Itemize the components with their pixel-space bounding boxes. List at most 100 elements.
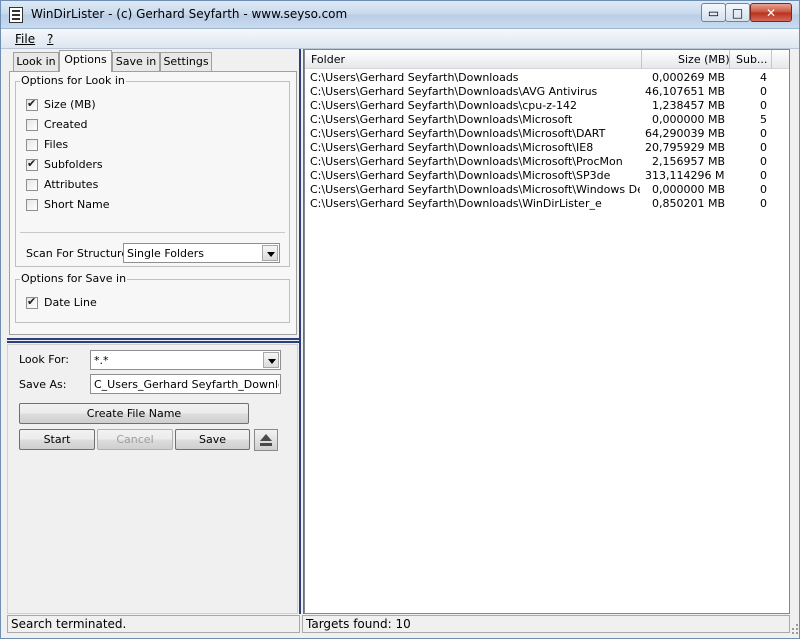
table-row[interactable]: C:\Users\Gerhard Seyfarth\Downloads\Micr… (305, 141, 789, 155)
attributes-checkbox[interactable] (26, 179, 38, 191)
table-row[interactable]: C:\Users\Gerhard Seyfarth\Downloads\Micr… (305, 127, 789, 141)
tab-look-in[interactable]: Look in (13, 52, 59, 71)
table-row[interactable]: C:\Users\Gerhard Seyfarth\Downloads 0,000… (305, 71, 789, 85)
size-mb-label: Size (MB) (44, 98, 96, 111)
table-row[interactable]: C:\Users\Gerhard Seyfarth\Downloads\WinD… (305, 197, 789, 211)
minimize-button[interactable]: ▭ (701, 3, 726, 22)
chevron-down-icon[interactable] (263, 352, 279, 368)
tab-options[interactable]: Options (59, 50, 112, 72)
start-button[interactable]: Start (19, 429, 95, 450)
column-subfolders[interactable]: Sub... (736, 53, 767, 66)
sub-cell: 0 (760, 99, 767, 112)
look-for-label: Look For: (19, 353, 69, 366)
table-row[interactable]: C:\Users\Gerhard Seyfarth\Downloads\Micr… (305, 183, 789, 197)
table-row[interactable]: C:\Users\Gerhard Seyfarth\Downloads\Micr… (305, 113, 789, 127)
menu-file[interactable]: File (15, 32, 35, 46)
date-line-label: Date Line (44, 296, 97, 309)
maximize-icon: □ (731, 6, 744, 20)
save-button[interactable]: Save (175, 429, 250, 450)
column-divider[interactable] (641, 50, 642, 69)
save-as-value: C_Users_Gerhard Seyfarth_Downloads_ (94, 378, 279, 391)
table-row[interactable]: C:\Users\Gerhard Seyfarth\Downloads\AVG … (305, 85, 789, 99)
eject-icon[interactable] (254, 429, 278, 451)
scan-structure-value: Single Folders (127, 247, 205, 260)
folder-list[interactable]: Folder Size (MB) Sub... C:\Users\Gerhard… (304, 49, 790, 614)
look-in-options-group: Options for Look in Size (MB) Created Fi… (15, 74, 290, 267)
look-for-select[interactable]: *.* (90, 350, 281, 370)
folder-cell: C:\Users\Gerhard Seyfarth\Downloads\cpu-… (310, 99, 577, 112)
group-divider (20, 232, 285, 233)
save-in-options-group: Options for Save in Date Line (15, 272, 290, 323)
folder-cell: C:\Users\Gerhard Seyfarth\Downloads\Micr… (310, 183, 640, 196)
column-divider[interactable] (771, 50, 772, 69)
column-size[interactable]: Size (MB) (678, 53, 730, 66)
look-for-value: *.* (94, 354, 109, 367)
size-cell: 0,850201 MB (651, 197, 725, 210)
subfolders-label: Subfolders (44, 158, 103, 171)
subfolders-checkbox[interactable] (26, 157, 38, 171)
list-header: Folder Size (MB) Sub... (305, 50, 789, 69)
scan-structure-select[interactable]: Single Folders (123, 243, 280, 263)
size-cell: 0,000000 MB (651, 183, 725, 196)
sub-cell: 0 (760, 169, 767, 182)
size-cell: 20,795929 MB (645, 141, 725, 154)
size-cell: 313,114296 MB (645, 169, 725, 182)
size-cell: 1,238457 MB (651, 99, 725, 112)
search-form: Look For: *.* Save As: C_Users_Gerhard S… (7, 344, 298, 614)
sub-cell: 0 (760, 183, 767, 196)
table-row[interactable]: C:\Users\Gerhard Seyfarth\Downloads\Micr… (305, 155, 789, 169)
table-row[interactable]: C:\Users\Gerhard Seyfarth\Downloads\cpu-… (305, 99, 789, 113)
created-label: Created (44, 118, 88, 131)
date-line-checkbox[interactable] (26, 295, 38, 309)
title-bar[interactable]: WinDirLister - (c) Gerhard Seyfarth - ww… (1, 1, 799, 29)
table-row[interactable]: C:\Users\Gerhard Seyfarth\Downloads\Micr… (305, 169, 789, 183)
save-as-label: Save As: (19, 378, 67, 391)
tab-settings[interactable]: Settings (160, 52, 212, 71)
column-folder[interactable]: Folder (311, 53, 345, 66)
look-in-options-title: Options for Look in (20, 74, 126, 87)
maximize-button[interactable]: □ (725, 3, 750, 22)
window-title: WinDirLister - (c) Gerhard Seyfarth - ww… (31, 7, 348, 21)
cancel-button[interactable]: Cancel (97, 429, 173, 450)
app-window: WinDirLister - (c) Gerhard Seyfarth - ww… (0, 0, 800, 639)
save-as-input[interactable]: C_Users_Gerhard Seyfarth_Downloads_ (90, 374, 281, 394)
close-icon: ✕ (765, 6, 777, 20)
files-label: Files (44, 138, 69, 151)
folder-cell: C:\Users\Gerhard Seyfarth\Downloads\Micr… (310, 127, 606, 140)
sub-cell: 0 (760, 197, 767, 210)
size-cell: 2,156957 MB (651, 155, 725, 168)
folder-cell: C:\Users\Gerhard Seyfarth\Downloads\WinD… (310, 197, 602, 210)
folder-cell: C:\Users\Gerhard Seyfarth\Downloads\AVG … (310, 85, 598, 98)
short-name-checkbox[interactable] (26, 199, 38, 211)
column-divider[interactable] (729, 50, 730, 69)
created-checkbox[interactable] (26, 119, 38, 131)
short-name-label: Short Name (44, 198, 110, 211)
size-cell: 64,290039 MB (645, 127, 725, 140)
folder-cell: C:\Users\Gerhard Seyfarth\Downloads\Micr… (310, 155, 623, 168)
options-tab-panel: Options for Look in Size (MB) Created Fi… (9, 71, 297, 335)
size-mb-checkbox[interactable] (26, 97, 38, 111)
resize-grip-icon[interactable] (790, 622, 799, 634)
close-button[interactable]: ✕ (750, 3, 792, 22)
sub-cell: 4 (760, 71, 767, 84)
status-message: Search terminated. (7, 615, 300, 633)
files-checkbox[interactable] (26, 139, 38, 151)
folder-cell: C:\Users\Gerhard Seyfarth\Downloads (310, 71, 519, 84)
app-icon[interactable] (9, 7, 23, 23)
menu-help[interactable]: ? (47, 32, 53, 46)
sub-cell: 0 (760, 85, 767, 98)
horizontal-splitter[interactable] (7, 338, 299, 343)
chevron-down-icon[interactable] (262, 245, 278, 261)
folder-cell: C:\Users\Gerhard Seyfarth\Downloads\Micr… (310, 113, 573, 126)
sub-cell: 5 (760, 113, 767, 126)
tab-save-in[interactable]: Save in (112, 52, 160, 71)
sub-cell: 0 (760, 127, 767, 140)
size-cell: 0,000000 MB (651, 113, 725, 126)
sub-cell: 0 (760, 155, 767, 168)
save-in-options-title: Options for Save in (20, 272, 128, 285)
targets-found-status: Targets found: 10 (302, 615, 790, 633)
folder-cell: C:\Users\Gerhard Seyfarth\Downloads\Micr… (310, 169, 611, 182)
size-cell: 0,000269 MB (651, 71, 725, 84)
size-cell: 46,107651 MB (645, 85, 725, 98)
create-file-name-button[interactable]: Create File Name (19, 403, 249, 424)
